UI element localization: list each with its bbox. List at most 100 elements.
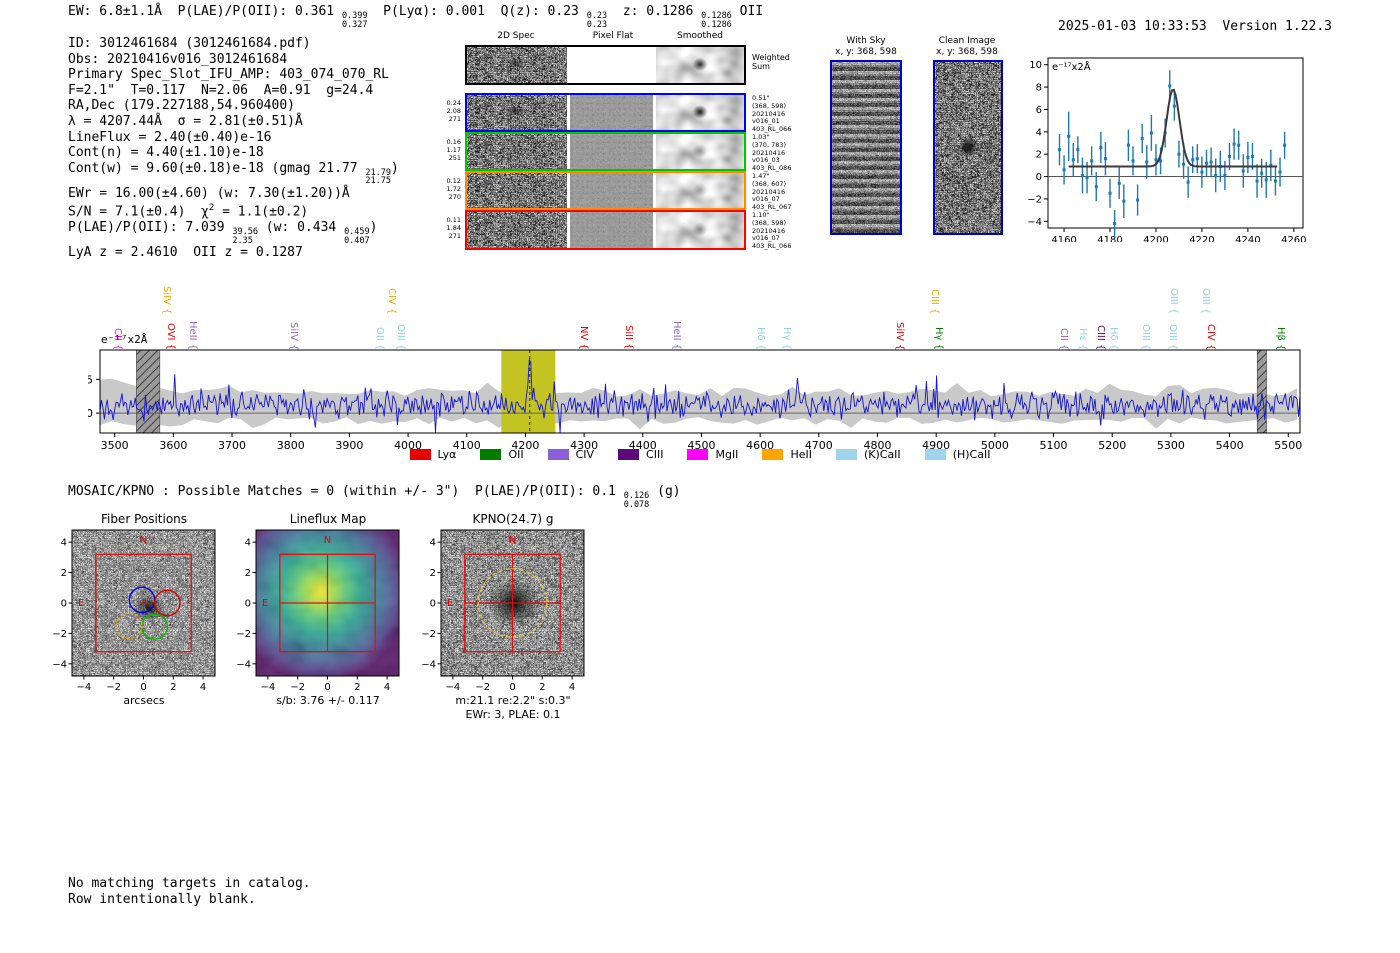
legend-swatch <box>547 449 569 460</box>
legend-item-HeII: HeII <box>762 448 812 461</box>
detection-info-block: ID: 3012461684 (3012461684.pdf) Obs: 2021… <box>68 36 399 261</box>
cutout-row-stats: 0.16 1.17 251 <box>446 138 461 162</box>
panel-x-tick: 2 <box>354 682 360 692</box>
panel-x-tick: 4 <box>384 682 390 692</box>
info-line: P(LAE)/P(OII): 7.039 39.56 2.35 (w: 0.434… <box>68 220 378 246</box>
inset-y-tick: 0 <box>1036 172 1042 183</box>
spec-dark-smudge <box>467 95 567 130</box>
line-label-OIII: OIII { <box>1200 287 1211 314</box>
panel-x-tick: 0 <box>509 682 515 692</box>
clean-image <box>933 60 1003 235</box>
spec-dark-smudge <box>467 173 567 208</box>
with-sky-xy: x, y: 368, 598 <box>835 47 897 57</box>
fiber-xlabel: arcsecs <box>123 694 165 707</box>
with-sky-image <box>830 60 902 235</box>
legend-item-MgII: MgII <box>687 448 738 461</box>
main-y-tick: 5 <box>88 373 93 386</box>
panel-x-tick: −4 <box>261 682 276 692</box>
legend-item-CIV: CIV <box>547 448 595 461</box>
panel-x-tick: 0 <box>140 682 146 692</box>
cutout-2d-spec <box>467 134 567 169</box>
panel-x-tick: −4 <box>77 682 92 692</box>
col-header-pixel-flat: Pixel Flat <box>592 31 634 41</box>
cutout-smoothed <box>656 134 744 169</box>
lineflux-map-title: Lineflux Map <box>289 512 367 526</box>
legend-label: OII <box>508 448 524 461</box>
inset-x-tick: 4180 <box>1097 235 1122 242</box>
info-line: ID: 3012461684 (3012461684.pdf) <box>68 36 311 51</box>
info-line: EWr = 16.00(±4.60) (w: 7.30(±1.20))Å <box>68 185 350 201</box>
panel-y-tick: 0 <box>61 599 67 610</box>
inset-y-tick: 2 <box>1036 150 1042 161</box>
cutout-2d-spec <box>467 212 567 248</box>
legend-item-CIII: CIII <box>618 448 663 461</box>
inset-y-tick: −2 <box>1027 194 1042 205</box>
mosaic-kpno-line: MOSAIC/KPNO : Possible Matches = 0 (with… <box>68 484 681 510</box>
main-x-tick: 5500 <box>1274 439 1302 452</box>
panel-x-tick: −2 <box>290 682 305 692</box>
panel-x-tick: 4 <box>569 682 575 692</box>
kpno-xlabel2: EWr: 3, PLAE: 0.1 <box>465 708 561 721</box>
panel-y-tick: −4 <box>52 659 67 670</box>
kpno-image-panel: N E −4 −2 0 2 4 4 2 0 −2 −4 <box>421 529 585 692</box>
legend-label: CIII <box>646 448 664 461</box>
info-line: LyA z = 2.4610 OII z = 0.1287 <box>68 245 303 261</box>
cutout-row <box>465 45 746 85</box>
info-line: F=2.1" T=0.117 N=2.06 A=0.91 g=24.4 <box>68 82 374 98</box>
inset-x-tick: 4220 <box>1189 235 1214 242</box>
compass-north: N <box>140 535 147 546</box>
compass-east: E <box>447 598 453 609</box>
inset-x-tick: 4200 <box>1143 235 1168 242</box>
report-timestamp: 2025-01-03 10:33:53 <box>1058 19 1207 34</box>
panel-x-tick: 2 <box>170 682 176 692</box>
footer-notes: No matching targets in catalog. Row inte… <box>68 876 311 907</box>
legend-swatch <box>687 449 709 460</box>
compass-east: E <box>78 598 84 609</box>
kpno-xlabel: m:21.1 re:2.2" s:0.3" <box>455 694 571 707</box>
lineflux-xlabel: s/b: 3.76 +/- 0.117 <box>276 694 380 707</box>
cutout-pixel-flat <box>569 173 654 208</box>
sky-noise-overlay <box>832 62 900 233</box>
legend-label: Lyα <box>437 448 457 461</box>
cutout-row-annotation: Weighted Sum <box>752 53 790 71</box>
inset-units-label: e⁻¹⁷x2Å <box>1052 60 1091 73</box>
spectrum-legend: Lyα OII CIV CIII MgII HeII (K)CaII (H)CaII <box>350 448 1050 461</box>
inset-x-tick: 4240 <box>1235 235 1260 242</box>
info-line: λ = 4207.44Å σ = 2.81(±0.51)Å <box>68 113 303 129</box>
smoothed-blob <box>656 134 744 169</box>
footer-line-2: Row intentionally blank. <box>68 891 256 907</box>
spec-dark-smudge <box>467 47 567 83</box>
panel-y-tick: 2 <box>430 568 436 579</box>
panel-y-tick: 0 <box>245 599 251 610</box>
info-line: Cont(w) = 9.60(±0.18)e-18 (gmag 21.77 21… <box>68 160 399 187</box>
panel-x-tick: −2 <box>106 682 121 692</box>
cutout-row-annotation: 1.03" (370, 783) 20210416 v016_03 403_RL_086 <box>752 133 792 173</box>
panel-y-tick: 0 <box>430 599 436 610</box>
legend-swatch <box>835 449 857 460</box>
legend-swatch <box>924 449 946 460</box>
panel-y-tick: 2 <box>61 568 67 579</box>
cutout-pixel-flat <box>569 47 654 83</box>
legend-label: CIV <box>575 448 595 461</box>
info-line: Primary Spec_Slot_IFU_AMP: 403_074_070_R… <box>68 67 389 83</box>
info-line: RA,Dec (179.227188,54.960400) <box>68 98 295 114</box>
col-header-smoothed: Smoothed <box>677 31 723 41</box>
main-x-tick: 5200 <box>1098 439 1126 452</box>
main-x-tick: 3500 <box>101 439 129 452</box>
main-x-tick: 3600 <box>159 439 187 452</box>
inset-y-tick: 6 <box>1036 105 1042 116</box>
cutout-smoothed <box>656 212 744 248</box>
smoothed-blob <box>656 173 744 208</box>
cutout-row <box>465 93 746 132</box>
legend-swatch <box>762 449 784 460</box>
line-fit-inset-plot: 4160 4180 4200 4220 4240 4260 −4 −2 0 2 4 6 8 10 e⁻¹⁷x… <box>1027 57 1307 242</box>
kpno-title: KPNO(24.7) g <box>472 512 554 526</box>
main-x-tick: 5400 <box>1216 439 1244 452</box>
cutout-row-stats: 0.24 2.08 271 <box>446 99 461 123</box>
smoothed-blob <box>656 95 744 130</box>
cutout-pixel-flat <box>569 134 654 169</box>
legend-label: HeII <box>790 448 812 461</box>
line-label-OIII: OIII { <box>1168 287 1179 314</box>
cutout-2d-spec <box>467 95 567 130</box>
spec-dark-smudge <box>467 134 567 169</box>
